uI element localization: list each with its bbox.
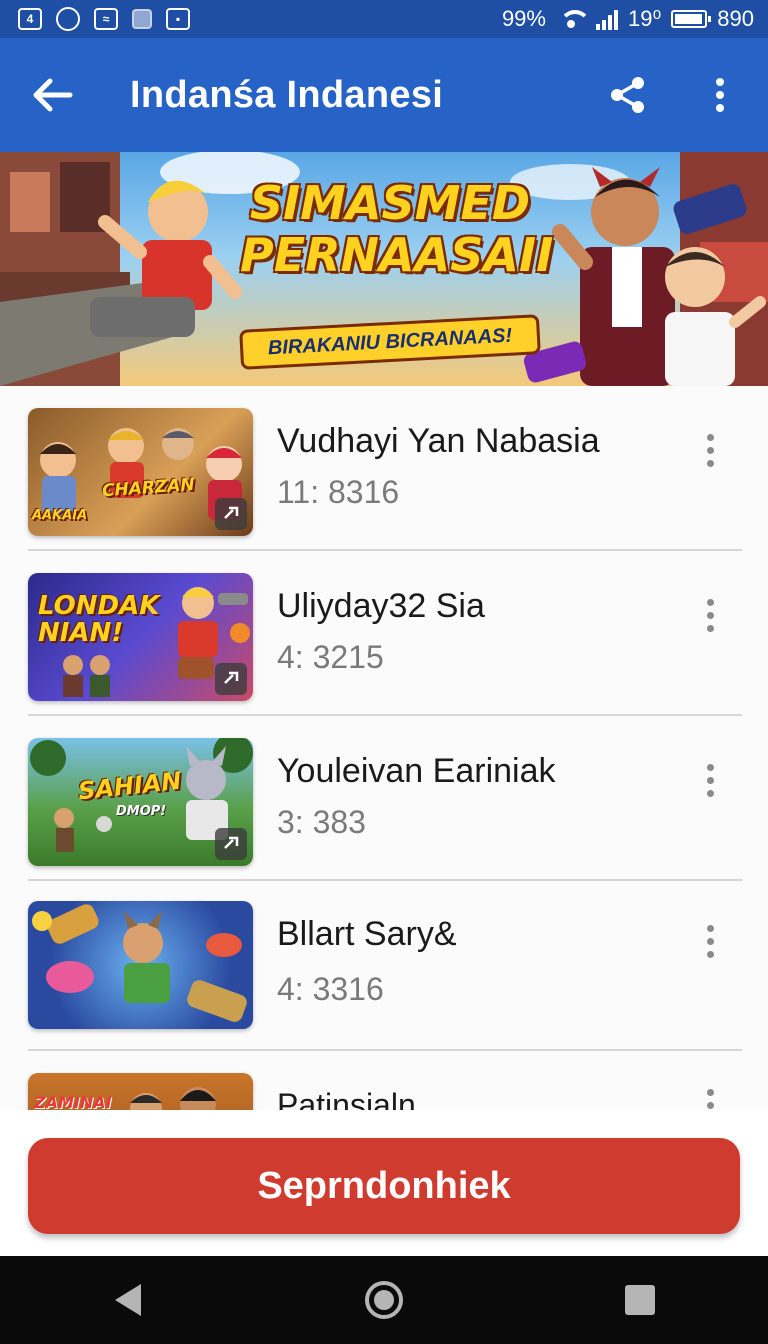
chrome-icon: [56, 7, 80, 31]
back-button[interactable]: [12, 55, 92, 135]
list-item-thumbnail: LONDAK NIAN!: [28, 573, 253, 701]
banner-title-line1: SIMASMED: [249, 176, 531, 230]
list-item[interactable]: SAHIAN DMOP! Youleivan Eariniak 3: 383: [28, 716, 742, 881]
battery-percent: 99%: [501, 6, 546, 31]
link-badge-icon: [215, 663, 247, 695]
list-item-thumbnail: [28, 901, 253, 1029]
item-more-options-icon[interactable]: [692, 917, 728, 965]
list-item-subtitle: 3: 383: [277, 804, 366, 840]
recents-square-icon: [625, 1285, 655, 1315]
arrow-left-icon: [33, 78, 73, 112]
battery-icon: [671, 10, 712, 28]
more-vert-icon: [716, 78, 724, 112]
list-item-title: Vudhayi Yan Nabasia: [277, 422, 600, 460]
list-item[interactable]: ZAMINAI Patinsialn: [28, 1051, 742, 1116]
link-badge-icon: [215, 828, 247, 860]
status-system-icons: 99% 19⁰ 890: [502, 6, 754, 32]
wifi-icon: [556, 8, 591, 30]
more-options-button[interactable]: [688, 63, 752, 127]
notification-icon: 4: [18, 8, 42, 30]
list-item-title: Bllart Sary&: [277, 915, 457, 953]
thumbnail-illustration: [32, 904, 247, 1022]
promo-banner[interactable]: SIMASMED PERNAASAII BIRAKANIU BICRANAAS!: [0, 152, 768, 386]
thumbnail-caption: DMOP!: [116, 804, 167, 819]
video-list: CHARZAN AAKAIA Vudhayi Yan Nabasia 11: 8…: [0, 386, 768, 1116]
signal-icon: [595, 8, 618, 30]
banner-title-line2: PERNAASAII: [240, 228, 554, 282]
thumbnail-title: LONDAK NIAN!: [38, 591, 160, 649]
nav-recents-button[interactable]: [600, 1260, 680, 1340]
list-item-subtitle: 4: 3215: [277, 639, 384, 675]
square-icon: [132, 9, 152, 29]
gallery-icon: ≈: [94, 8, 118, 30]
list-item-subtitle: 4: 3316: [277, 971, 384, 1007]
thumbnail-caption: AAKAIA: [32, 508, 88, 523]
nav-home-button[interactable]: [344, 1260, 424, 1340]
banner-title: SIMASMED PERNAASAII: [240, 176, 554, 282]
item-more-options-icon[interactable]: [692, 756, 728, 804]
list-item[interactable]: LONDAK NIAN! Uliyday32 Sia 4: 3215: [28, 551, 742, 716]
list-item-thumbnail: SAHIAN DMOP!: [28, 738, 253, 866]
item-more-options-icon[interactable]: [692, 591, 728, 639]
primary-action-button[interactable]: Seprndonhiek: [28, 1138, 740, 1234]
list-item-subtitle: 11: 8316: [277, 474, 400, 510]
status-time-right: 890: [717, 6, 754, 31]
status-bar: 4 ≈ ▪ 99% 19⁰ 890: [0, 0, 768, 38]
link-badge-icon: [215, 498, 247, 530]
list-item-title: Uliyday32 Sia: [277, 587, 485, 625]
app-bar: Indanśa Indanesi: [0, 38, 768, 152]
list-item-title: Youleivan Eariniak: [277, 752, 556, 790]
nav-back-button[interactable]: [88, 1260, 168, 1340]
share-button[interactable]: [596, 63, 660, 127]
page-title: Indanśa Indanesi: [130, 73, 444, 116]
list-item-thumbnail: CHARZAN AAKAIA: [28, 408, 253, 536]
share-icon: [611, 77, 644, 113]
download-icon: ▪: [166, 8, 190, 30]
system-navigation-bar: [0, 1256, 768, 1344]
status-notification-icons: 4 ≈ ▪: [18, 7, 190, 31]
back-triangle-icon: [115, 1284, 141, 1316]
list-item[interactable]: CHARZAN AAKAIA Vudhayi Yan Nabasia 11: 8…: [28, 386, 742, 551]
status-time-left: 19⁰: [627, 6, 662, 31]
list-item[interactable]: Bllart Sary& 4: 3316: [28, 881, 742, 1051]
item-more-options-icon[interactable]: [692, 426, 728, 474]
home-circle-icon: [365, 1281, 403, 1319]
